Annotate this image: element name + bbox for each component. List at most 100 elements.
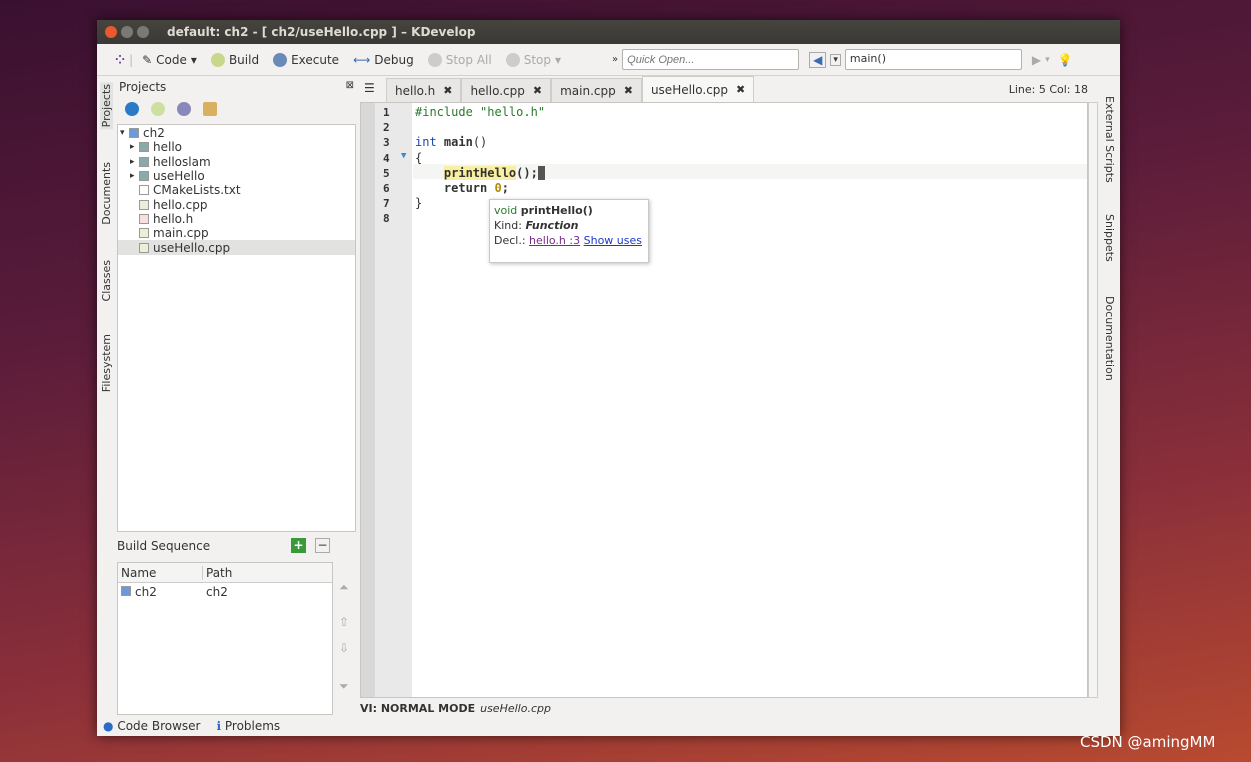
column-header-path[interactable]: Path [203,566,232,580]
debug-button[interactable]: ⟷ Debug [348,51,419,69]
install-selection-icon[interactable] [177,102,191,116]
tree-item[interactable]: ▸ hello [118,140,355,154]
bottom-tool-bar: ● Code Browser ℹ Problems [97,715,1120,736]
tree-item[interactable]: ▸ helloslam [118,155,355,169]
dropdown-icon[interactable]: ▾ [830,53,841,66]
code-menu-button[interactable]: ✎ Code ▾ [137,51,202,69]
info-icon: ℹ [216,718,222,733]
areas-icon[interactable]: ⁘ [115,53,125,67]
table-row[interactable]: ch2 ch2 [118,583,332,601]
tree-item[interactable]: ▸ useHello [118,169,355,183]
file-icon [139,185,149,196]
tab-classes[interactable]: Classes [100,260,113,301]
code-editor[interactable]: 1 23456 78 ▼ #include "hello.h" int main(){… [360,102,1088,698]
tab-external-scripts[interactable]: External Scripts [1103,96,1116,183]
cursor-position: Line: 5 Col: 18 [1008,83,1088,96]
window-title: default: ch2 - [ ch2/useHello.cpp ] – KD… [167,25,476,39]
document-list-icon[interactable]: ☰ [364,81,375,95]
move-up-icon[interactable]: ⇧ [339,615,349,629]
code-line: } [415,196,423,211]
expand-arrow-icon[interactable]: ▸ [130,142,139,152]
add-icon[interactable]: + [291,538,306,553]
forward-icon[interactable]: ▶ [1032,53,1041,67]
tab-hello-h[interactable]: hello.h ✖ [386,78,462,102]
problems-button[interactable]: ℹ Problems [216,719,280,733]
close-tab-icon[interactable]: ✖ [624,84,633,97]
stop-icon [427,52,442,67]
target-icon [139,142,149,153]
tree-item[interactable]: ▾ ch2 [118,126,355,140]
minimize-button[interactable] [121,26,133,38]
fold-arrow-icon[interactable]: ▼ [401,151,406,161]
tree-item[interactable]: hello.h [118,212,355,226]
cpp-icon [139,199,149,210]
tab-useHello-cpp[interactable]: useHello.cpp ✖ [641,76,755,102]
tab-main-cpp[interactable]: main.cpp ✖ [551,78,642,102]
stop-all-button[interactable]: Stop All [423,51,497,69]
execute-button[interactable]: Execute [268,51,344,69]
tree-item[interactable]: main.cpp [118,226,355,240]
back-icon[interactable]: ◀ [809,51,827,68]
build-selection-icon[interactable] [151,102,165,116]
clean-selection-icon[interactable] [203,102,217,116]
tab-filesystem[interactable]: Filesystem [100,334,113,392]
line-number: 3 [383,136,390,150]
tree-item[interactable]: hello.cpp [118,197,355,212]
declaration-link[interactable]: hello.h :3 [529,234,580,247]
debug-arrow-icon: ⟷ [353,52,371,67]
line-number: 5 [383,166,390,180]
build-sequence-table: Name Path ch2 ch2 [117,562,333,715]
close-tab-icon[interactable]: ✖ [736,83,745,96]
project-tree: ▾ ch2 ▸ hello ▸ helloslam ▸ useHello CMakeLists.… [117,124,356,532]
dropdown-icon[interactable]: ▾ [1045,55,1050,65]
show-uses-link[interactable]: Show uses [584,234,642,247]
vertical-scrollbar[interactable] [1088,102,1098,698]
editor-status-bar: VI: NORMAL MODE useHello.cpp [360,698,551,718]
tab-projects[interactable]: Projects [100,82,113,130]
remove-icon[interactable]: − [315,538,330,553]
code-line: #include "hello.h" [415,105,546,119]
execute-gear-icon [273,52,288,67]
expand-arrow-icon[interactable]: ▸ [130,171,139,181]
maximize-button[interactable] [137,26,149,38]
expand-arrow-icon[interactable]: ▸ [130,157,139,167]
column-header-name[interactable]: Name [118,565,203,580]
tree-item[interactable]: useHello.cpp [118,240,355,255]
expand-arrow-icon[interactable]: ▾ [120,128,129,138]
watermark: CSDN @amingMM [1080,733,1216,751]
project-icon [121,586,131,596]
quick-open-input[interactable] [622,49,800,70]
close-button[interactable] [105,26,117,38]
h-icon [139,213,149,224]
close-tab-icon[interactable]: ✖ [533,84,542,97]
target-icon [139,171,149,182]
move-top-icon[interactable]: ⏶ [339,580,349,595]
overflow-icon[interactable]: » [612,54,618,65]
context-field[interactable]: main() [844,49,1022,70]
projects-panel: Projects ⊠ ▾ ch2 ▸ hello ▸ helloslam ▸ useHello… [117,78,356,532]
move-bottom-icon[interactable]: ⏷ [339,679,349,694]
tab-documents[interactable]: Documents [100,162,113,225]
cpp-icon [139,228,149,239]
open-project-icon[interactable] [125,102,139,116]
tab-snippets[interactable]: Snippets [1103,214,1116,262]
stop-button[interactable]: Stop ▾ [501,51,566,69]
tab-documentation[interactable]: Documentation [1103,296,1116,381]
close-tab-icon[interactable]: ✖ [443,84,452,97]
move-down-icon[interactable]: ⇩ [339,641,349,655]
hint-bulb-icon[interactable]: 💡 [1058,53,1073,67]
build-sequence-title: Build Sequence [117,539,211,553]
build-button[interactable]: Build [206,51,264,69]
main-toolbar: ⁘ | ✎ Code ▾ Build Execute ⟷ Debug Stop All … [97,44,1120,76]
tab-hello-cpp[interactable]: hello.cpp ✖ [461,78,552,102]
code-browser-button[interactable]: ● Code Browser [103,719,200,733]
close-panel-icon[interactable]: ⊠ [346,80,354,91]
code-line: { [415,150,423,165]
left-tool-strip: Projects Documents Classes Filesystem [97,78,117,715]
cpp-icon [139,242,149,253]
build-sequence-panel: Build Sequence + − Name Path ch2 ch2 ⏶ ⇧… [117,532,357,715]
projects-title: Projects [119,80,167,94]
hover-tooltip: void printHello() Kind: Function Decl.: … [489,199,649,263]
tree-item[interactable]: CMakeLists.txt [118,183,355,197]
